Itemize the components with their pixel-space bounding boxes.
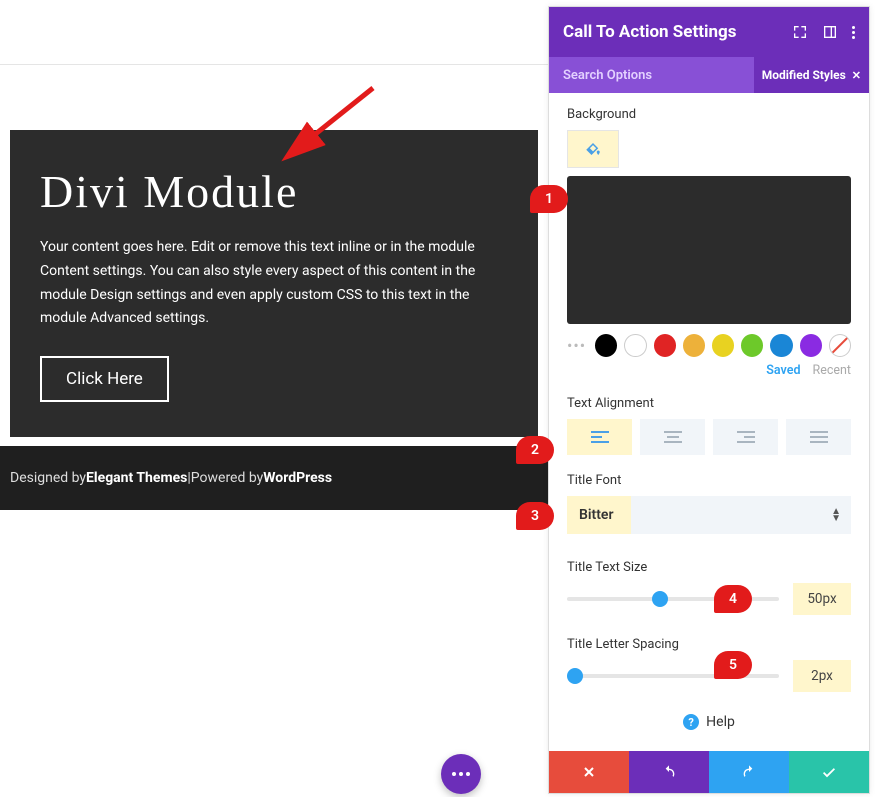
panel-header[interactable]: Call To Action Settings <box>549 7 869 57</box>
cta-module: Divi Module Your content goes here. Edit… <box>10 130 538 437</box>
label-title-text-size: Title Text Size <box>567 560 851 575</box>
page-content: Divi Module Your content goes here. Edit… <box>0 0 548 797</box>
paint-bucket-icon <box>584 140 602 158</box>
footer-powered-prefix: Powered by <box>191 470 264 486</box>
select-arrows-icon: ▲▼ <box>831 508 841 522</box>
swatch-white[interactable] <box>624 334 646 357</box>
slider-thumb[interactable] <box>567 668 583 684</box>
panel-title: Call To Action Settings <box>563 22 736 42</box>
cta-title[interactable]: Divi Module <box>40 165 508 218</box>
title-size-value[interactable]: 50px <box>793 583 851 615</box>
undo-button[interactable] <box>629 751 709 793</box>
panel-body: Background ••• Saved Recent Text Alignme… <box>549 93 869 751</box>
dock-icon[interactable] <box>822 24 838 40</box>
color-swatch-row: ••• <box>567 334 851 357</box>
help-icon: ? <box>683 714 699 730</box>
label-title-letter-spacing: Title Letter Spacing <box>567 637 851 652</box>
align-center-button[interactable] <box>640 419 705 455</box>
dots-icon <box>452 772 470 776</box>
swatch-green[interactable] <box>741 334 763 357</box>
cancel-button[interactable] <box>549 751 629 793</box>
background-preview[interactable] <box>567 176 851 324</box>
cta-button[interactable]: Click Here <box>40 356 169 402</box>
letter-spacing-value[interactable]: 2px <box>793 660 851 692</box>
help-row[interactable]: ? Help <box>567 714 851 730</box>
slider-thumb[interactable] <box>652 591 668 607</box>
align-justify-button[interactable] <box>786 419 851 455</box>
floating-menu-button[interactable] <box>441 754 481 794</box>
cta-body-text[interactable]: Your content goes here. Edit or remove t… <box>40 236 508 331</box>
close-icon[interactable]: ✕ <box>852 69 861 82</box>
background-color-tab[interactable] <box>567 130 619 168</box>
title-font-value: Bitter <box>579 507 614 523</box>
swatch-red[interactable] <box>654 334 676 357</box>
swatch-orange[interactable] <box>683 334 705 357</box>
swatch-blue[interactable] <box>770 334 792 357</box>
filter-chip[interactable]: Modified Styles ✕ <box>754 57 869 93</box>
panel-action-bar <box>549 751 869 793</box>
expand-icon[interactable] <box>792 24 808 40</box>
swatch-none[interactable] <box>829 334 851 357</box>
swatch-more-icon[interactable]: ••• <box>567 336 586 355</box>
title-size-slider[interactable] <box>567 597 779 601</box>
label-text-alignment: Text Alignment <box>567 396 851 411</box>
alignment-row <box>567 419 851 455</box>
settings-panel: Call To Action Settings Search Options M… <box>548 6 870 794</box>
site-footer: Designed by Elegant Themes | Powered by … <box>0 446 548 510</box>
redo-button[interactable] <box>709 751 789 793</box>
footer-designed-prefix: Designed by <box>10 470 86 486</box>
swatch-yellow[interactable] <box>712 334 734 357</box>
tab-saved[interactable]: Saved <box>766 363 800 378</box>
label-background: Background <box>567 107 851 122</box>
letter-spacing-slider[interactable] <box>567 674 779 678</box>
swatch-purple[interactable] <box>800 334 822 357</box>
help-label: Help <box>706 714 735 730</box>
align-left-button[interactable] <box>567 419 632 455</box>
kebab-icon[interactable] <box>852 26 855 39</box>
align-right-button[interactable] <box>713 419 778 455</box>
label-title-font: Title Font <box>567 473 851 488</box>
saved-recent-tabs: Saved Recent <box>567 363 851 378</box>
save-button[interactable] <box>789 751 869 793</box>
filter-chip-label: Modified Styles <box>762 68 846 82</box>
footer-powered-by[interactable]: WordPress <box>263 470 332 486</box>
page-top-spacer <box>0 0 548 65</box>
search-input[interactable]: Search Options <box>549 68 754 83</box>
title-font-select[interactable]: Bitter ▲▼ <box>567 496 851 534</box>
footer-designed-by[interactable]: Elegant Themes <box>86 470 187 486</box>
swatch-black[interactable] <box>595 334 617 357</box>
search-row: Search Options Modified Styles ✕ <box>549 57 869 93</box>
tab-recent[interactable]: Recent <box>813 363 852 378</box>
